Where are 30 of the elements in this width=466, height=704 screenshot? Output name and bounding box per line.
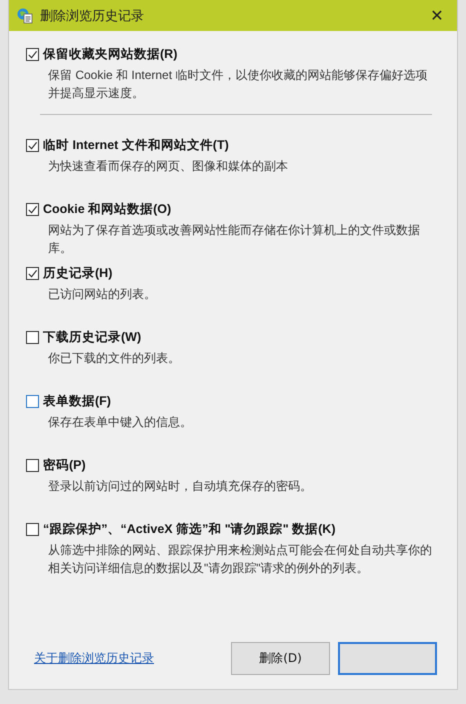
checkbox[interactable] bbox=[26, 139, 39, 152]
checkbox[interactable] bbox=[26, 395, 39, 408]
option-label: 下载历史记录(W) bbox=[43, 329, 142, 346]
option-label: 保留收藏夹网站数据(R) bbox=[43, 46, 178, 63]
checkbox[interactable] bbox=[26, 267, 39, 280]
option-label: 历史记录(H) bbox=[43, 265, 112, 282]
option-description: 已访问网站的列表。 bbox=[48, 286, 157, 303]
option-description: 你已下载的文件的列表。 bbox=[48, 350, 181, 367]
option-description: 网站为了保存首选项或改善网站性能而存储在你计算机上的文件或数据库。 bbox=[48, 222, 421, 257]
checkbox[interactable] bbox=[26, 459, 39, 472]
option-description: 为快速查看而保存的网页、图像和媒体的副本 bbox=[48, 158, 289, 175]
option-label: 密码(P) bbox=[43, 457, 86, 474]
browser-page-icon bbox=[17, 8, 33, 24]
option-description: 从筛选中排除的网站、跟踪保护用来检测站点可能会在何处自动共享你的相关访问详细信息的数据以及"请勿跟踪"请求的例外的列表。 bbox=[48, 542, 433, 577]
dialog-button[interactable]: 删除(D) bbox=[231, 642, 330, 675]
option-label: 表单数据(F) bbox=[43, 393, 111, 410]
checkbox[interactable] bbox=[26, 523, 39, 536]
checkbox[interactable] bbox=[26, 203, 39, 216]
option-label: Cookie 和网站数据(O) bbox=[43, 201, 172, 218]
window-title: 删除浏览历史记录 bbox=[40, 6, 145, 24]
checkbox[interactable] bbox=[26, 331, 39, 344]
option-label: “跟踪保护”、“ActiveX 筛选”和 "请勿跟踪" 数据(K) bbox=[43, 521, 336, 538]
dialog-button[interactable] bbox=[338, 642, 437, 675]
option-description: 保留 Cookie 和 Internet 临时文件，以使你收藏的网站能够保存偏好选项并提高显示速度。 bbox=[48, 67, 428, 102]
option-description: 保存在表单中键入的信息。 bbox=[48, 414, 193, 431]
option-description: 登录以前访问过的网站时，自动填充保存的密码。 bbox=[48, 478, 313, 495]
help-link[interactable]: 关于删除浏览历史记录 bbox=[34, 650, 231, 667]
close-button[interactable]: ✕ bbox=[417, 0, 457, 31]
option-label: 临时 Internet 文件和网站文件(T) bbox=[43, 137, 229, 154]
checkbox[interactable] bbox=[26, 48, 39, 61]
